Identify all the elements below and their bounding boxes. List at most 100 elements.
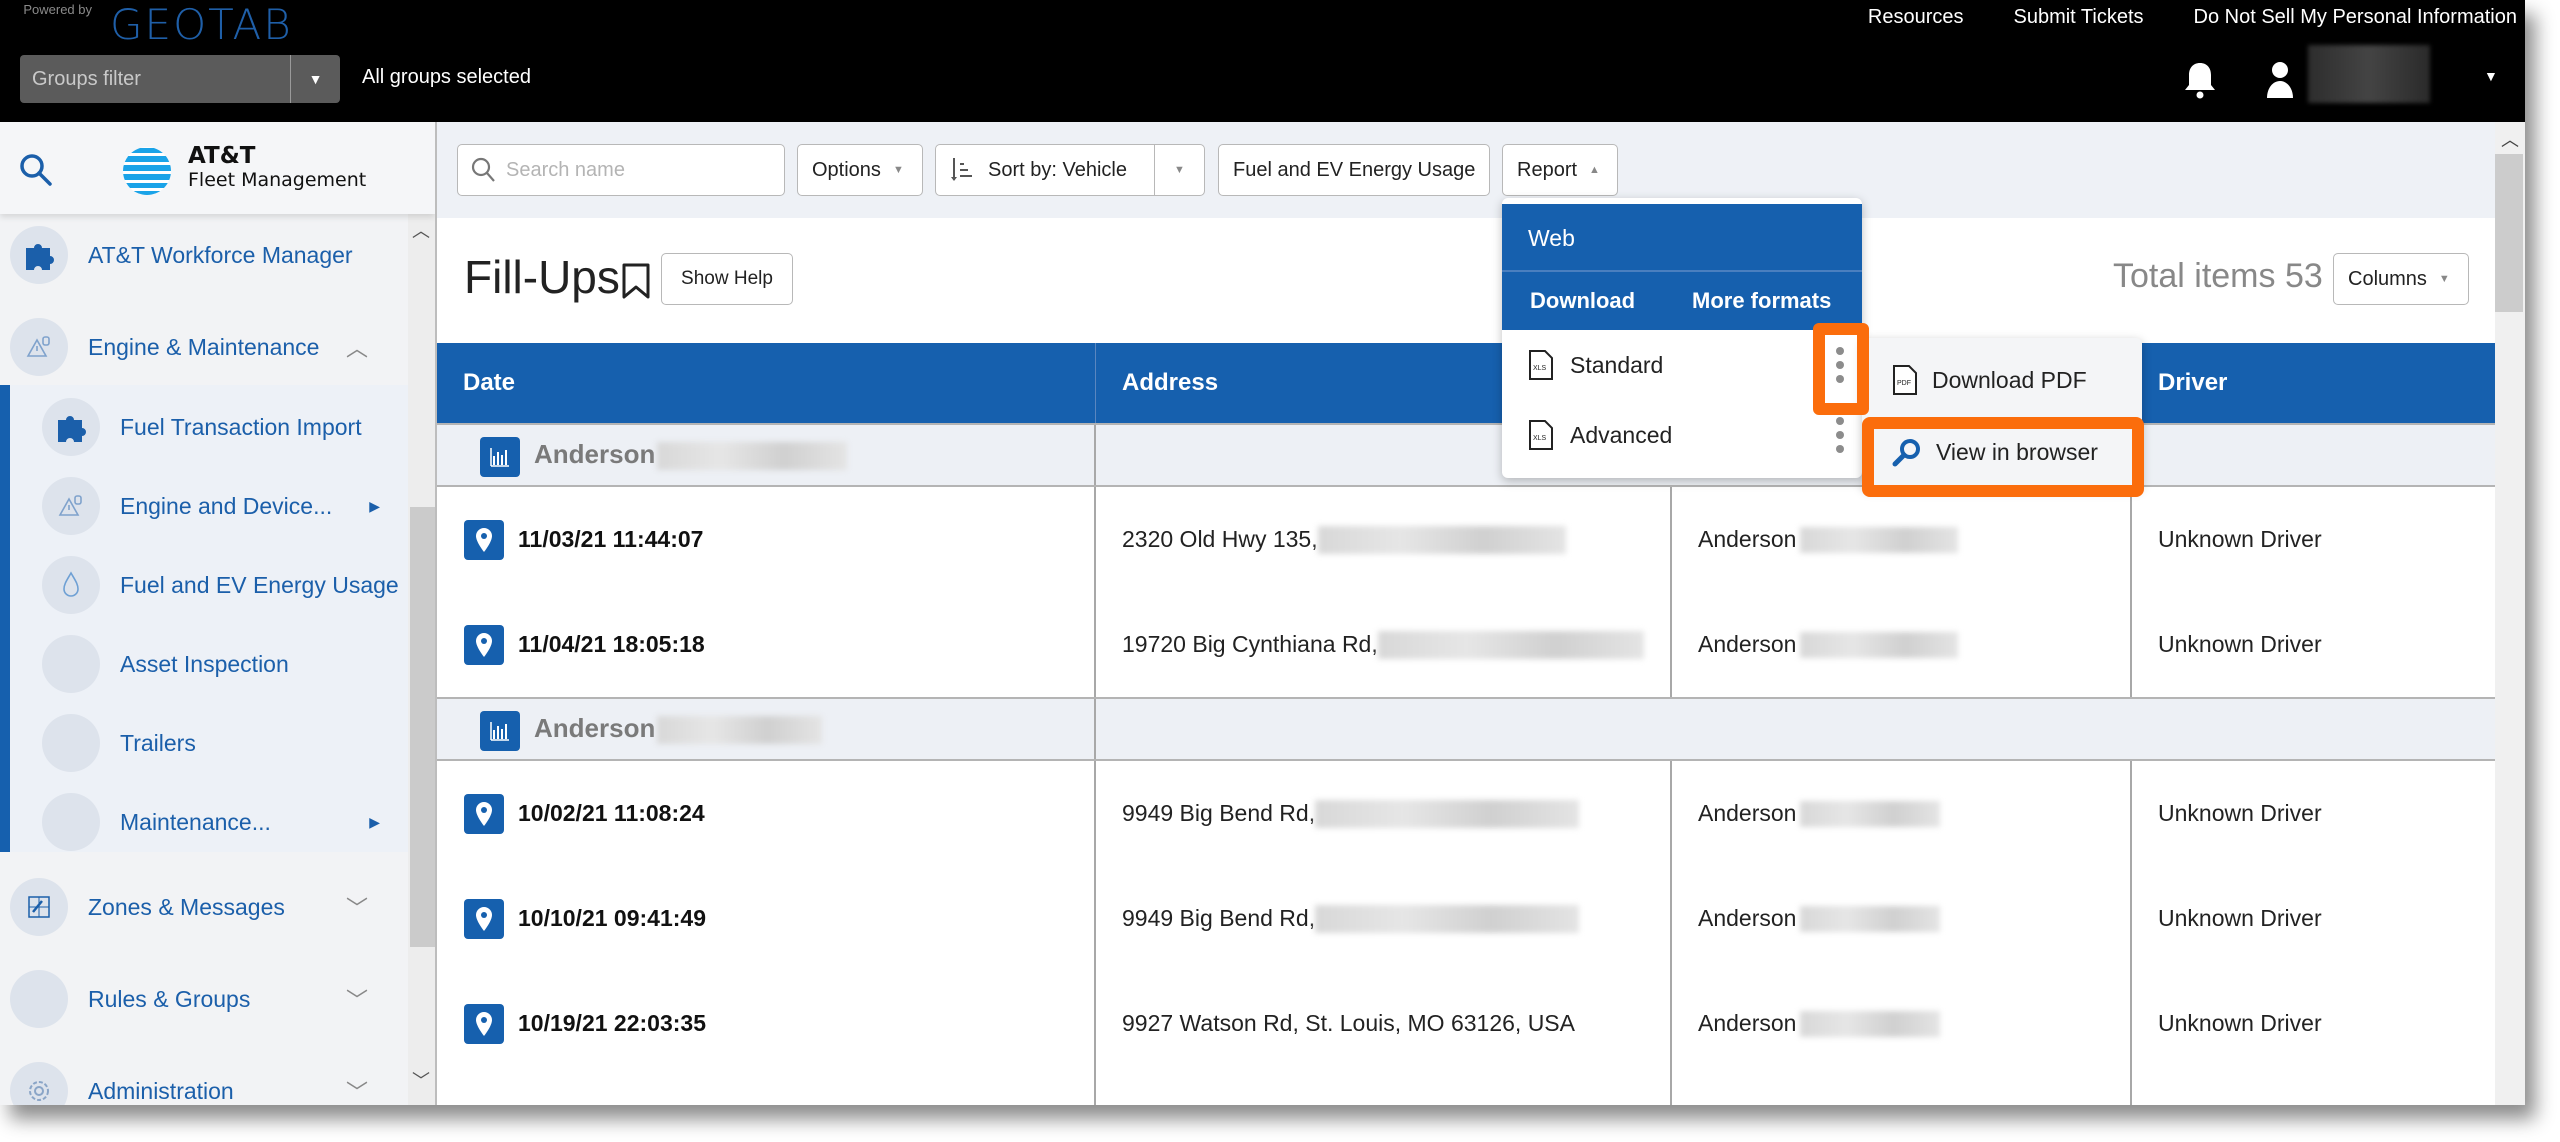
scroll-up-icon[interactable]: ︿ xyxy=(2501,126,2519,152)
sidebar-item-engine-maintenance[interactable]: Engine & Maintenance ︿ xyxy=(0,308,408,386)
map-pin-icon[interactable] xyxy=(464,624,504,665)
sidebar-item-rules-groups[interactable]: Rules & Groups ﹀ xyxy=(0,960,408,1038)
groups-filter-input[interactable]: Groups filter xyxy=(20,55,290,103)
groups-filter[interactable]: Groups filter ▼ xyxy=(20,55,340,103)
sidebar-item-label: Engine & Maintenance xyxy=(88,333,320,360)
report-label: Report xyxy=(1517,158,1578,181)
redacted-text xyxy=(1377,630,1644,659)
address-value: 9949 Big Bend Rd, xyxy=(1122,905,1316,931)
engine-warning-icon xyxy=(58,495,82,516)
sidebar-item-label: Maintenance... xyxy=(120,808,271,835)
sort-button[interactable]: Sort by: Vehicle xyxy=(936,145,1154,195)
redacted-text xyxy=(657,442,848,471)
blank-icon xyxy=(42,793,100,851)
vehicle-value[interactable]: Anderson xyxy=(1698,526,1796,553)
report-menu-web[interactable]: Web xyxy=(1502,204,1862,272)
scroll-up-icon[interactable]: ︿ xyxy=(412,217,430,243)
sidebar-item-label: Fuel and EV Energy Usage xyxy=(120,571,399,598)
sidebar-item-maintenance[interactable]: Maintenance... ▶ xyxy=(0,783,408,861)
group-row[interactable]: Anderson xyxy=(437,423,2495,487)
user-menu-caret-icon[interactable]: ▼ xyxy=(2484,68,2498,84)
download-pdf-item[interactable]: PDF Download PDF xyxy=(1862,344,2142,416)
group-row[interactable]: Anderson xyxy=(437,697,2495,761)
table-row[interactable]: 10/10/21 09:41:49 9949 Big Bend Rd, Ande… xyxy=(437,866,2495,971)
driver-value: Unknown Driver xyxy=(2158,631,2322,657)
sort-value: Vehicle xyxy=(1062,158,1127,181)
table-row xyxy=(437,1076,2495,1105)
options-button[interactable]: Options ▼ xyxy=(797,144,923,196)
sidebar-scrollbar-thumb[interactable] xyxy=(410,507,435,947)
table-row[interactable]: 10/19/21 22:03:35 9927 Watson Rd, St. Lo… xyxy=(437,971,2495,1076)
report-menu-section-header: Download More formats xyxy=(1502,272,1862,330)
sidebar-item-fuel-ev-energy-usage[interactable]: Fuel and EV Energy Usage xyxy=(0,546,408,624)
do-not-sell-link[interactable]: Do Not Sell My Personal Information xyxy=(2194,6,2517,29)
search-icon[interactable] xyxy=(18,152,54,188)
vehicle-value[interactable]: Anderson xyxy=(1698,800,1796,827)
groups-filter-dropdown-button[interactable]: ▼ xyxy=(290,55,340,103)
xls-file-icon: XLS xyxy=(1529,350,1553,380)
report-menu-item-advanced[interactable]: XLS Advanced xyxy=(1502,400,1862,470)
vehicle-value[interactable]: Anderson xyxy=(1698,631,1796,658)
column-header-driver[interactable]: Driver xyxy=(2132,343,2495,423)
submit-tickets-link[interactable]: Submit Tickets xyxy=(2013,6,2143,29)
map-pin-icon[interactable] xyxy=(464,793,504,834)
engine-warning-icon xyxy=(26,336,50,357)
search-input[interactable] xyxy=(506,158,756,182)
vehicle-value[interactable]: Anderson xyxy=(1698,905,1796,932)
sidebar-item-att-workforce-manager[interactable]: AT&T Workforce Manager xyxy=(0,216,408,294)
sidebar-item-asset-inspection[interactable]: Asset Inspection xyxy=(0,625,408,703)
sidebar-item-administration[interactable]: Administration ﹀ xyxy=(0,1052,408,1105)
user-icon[interactable] xyxy=(2265,60,2295,100)
redacted-text xyxy=(1800,631,1959,658)
map-edit-icon xyxy=(28,896,50,918)
driver-value: Unknown Driver xyxy=(2158,800,2322,826)
fuel-ev-energy-usage-button[interactable]: Fuel and EV Energy Usage xyxy=(1218,144,1490,196)
sidebar-item-label: Trailers xyxy=(120,729,196,756)
date-value: 10/19/21 22:03:35 xyxy=(518,1010,706,1036)
columns-button[interactable]: Columns ▼ xyxy=(2333,253,2469,305)
chevron-up-icon: ︿ xyxy=(345,336,368,361)
search-icon xyxy=(471,157,495,182)
column-header-date[interactable]: Date xyxy=(437,343,1096,423)
sidebar-item-fuel-transaction-import[interactable]: Fuel Transaction Import xyxy=(0,388,408,466)
report-button[interactable]: Report ▲ xyxy=(1502,144,1618,196)
report-menu-item-standard[interactable]: XLS Standard xyxy=(1502,330,1862,400)
map-pin-icon[interactable] xyxy=(464,519,504,560)
vehicle-value[interactable]: Anderson xyxy=(1698,1010,1796,1037)
redacted-text xyxy=(1800,905,1941,932)
map-pin-icon[interactable] xyxy=(464,1003,504,1044)
search-box[interactable] xyxy=(457,144,785,196)
main-content: Options ▼ Sort by: Vehicle ▼ Fuel and EV… xyxy=(437,122,2525,1105)
main-scrollbar-thumb[interactable] xyxy=(2495,154,2523,312)
att-brand-line1: AT&T xyxy=(188,143,256,169)
show-help-button[interactable]: Show Help xyxy=(661,253,793,305)
sort-dropdown-button[interactable]: ▼ xyxy=(1154,145,1204,195)
sidebar-item-engine-and-device[interactable]: Engine and Device... ▶ xyxy=(0,467,408,545)
user-name[interactable] xyxy=(2308,45,2430,103)
table-row[interactable]: 11/04/21 18:05:18 19720 Big Cynthiana Rd… xyxy=(437,592,2495,697)
table-row[interactable]: 11/03/21 11:44:07 2320 Old Hwy 135, Ande… xyxy=(437,487,2495,592)
sidebar-item-label: Asset Inspection xyxy=(120,650,289,677)
redacted-text xyxy=(1315,799,1580,828)
sidebar-header: AT&T Fleet Management xyxy=(0,122,435,214)
download-label: Download xyxy=(1530,288,1636,313)
chart-icon xyxy=(480,437,520,477)
bookmark-icon[interactable] xyxy=(620,262,652,300)
more-options-icon[interactable] xyxy=(1834,417,1846,453)
highlight-annotation xyxy=(1862,417,2144,497)
sort-control[interactable]: Sort by: Vehicle ▼ xyxy=(935,144,1205,196)
table-row[interactable]: 10/02/21 11:08:24 9949 Big Bend Rd, Ande… xyxy=(437,761,2495,866)
report-item-label: Standard xyxy=(1570,351,1664,378)
sidebar-item-trailers[interactable]: Trailers xyxy=(0,704,408,782)
resources-link[interactable]: Resources xyxy=(1868,6,1964,29)
address-value: 19720 Big Cynthiana Rd, xyxy=(1122,631,1378,657)
redacted-text xyxy=(657,716,823,745)
sidebar-item-zones-messages[interactable]: Zones & Messages ﹀ xyxy=(0,868,408,946)
highlight-annotation xyxy=(1813,323,1869,415)
driver-value: Unknown Driver xyxy=(2158,1010,2322,1036)
bell-icon[interactable] xyxy=(2183,60,2217,100)
geotab-logo[interactable]: GEOTAB xyxy=(110,0,293,49)
map-pin-icon[interactable] xyxy=(464,898,504,939)
caret-down-icon: ▼ xyxy=(308,71,323,87)
scroll-down-icon[interactable]: ﹀ xyxy=(412,1067,430,1093)
